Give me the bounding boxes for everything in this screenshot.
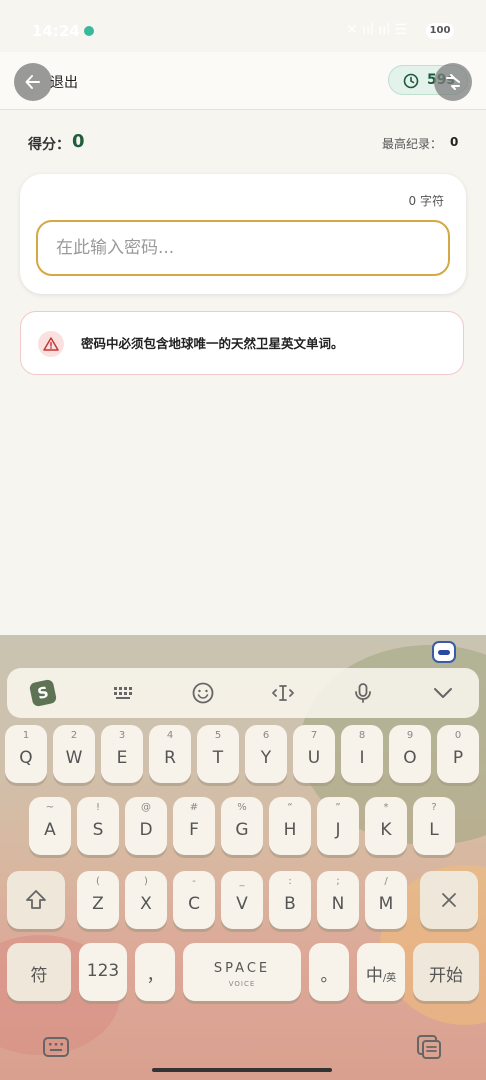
key-w[interactable]: 2W — [53, 725, 95, 783]
floating-assist-button[interactable] — [434, 63, 472, 101]
comma-key[interactable]: ， — [135, 943, 175, 1001]
shift-key[interactable] — [7, 871, 65, 929]
key-o[interactable]: 9O — [389, 725, 431, 783]
arrow-left-icon — [25, 75, 40, 89]
score-label: 得分： — [28, 137, 70, 153]
key-i[interactable]: 8I — [341, 725, 383, 783]
signal-icons: ✕ ııl ııl ☰ — [346, 22, 407, 38]
period-key[interactable]: 。 — [309, 943, 349, 1001]
password-card: 0 字符 — [20, 174, 466, 294]
space-key[interactable]: SPACE VOICE — [183, 943, 301, 1001]
key-c[interactable]: -C — [173, 871, 215, 929]
keyboard-toolbar: S — [7, 668, 479, 718]
key-t[interactable]: 5T — [197, 725, 239, 783]
password-input[interactable] — [36, 220, 450, 276]
keyboard-icon[interactable] — [42, 1033, 70, 1061]
numbers-key[interactable]: 123 — [79, 943, 127, 1001]
char-count: 0 字符 — [408, 194, 444, 208]
status-time: 14:24 — [32, 22, 80, 40]
best-record-value: 0 — [450, 135, 459, 149]
key-e[interactable]: 3E — [101, 725, 143, 783]
key-z[interactable]: (Z — [77, 871, 119, 929]
status-bar: 14:24 ✕ ııl ııl ☰ 100 — [0, 0, 486, 52]
cursor-move-icon[interactable] — [271, 681, 295, 705]
key-h[interactable]: “H — [269, 797, 311, 855]
emoji-icon[interactable] — [191, 681, 215, 705]
key-x[interactable]: ) X — [125, 871, 167, 929]
delete-x-icon — [442, 893, 456, 907]
game-header: 退出 59s — [0, 52, 486, 110]
key-n[interactable]: ; N — [317, 871, 359, 929]
microphone-icon[interactable] — [351, 681, 375, 705]
back-button[interactable] — [14, 63, 52, 101]
key-l[interactable]: ? L — [413, 797, 455, 855]
score-value: 0 — [72, 131, 85, 152]
symbols-key[interactable]: 符 — [7, 943, 71, 1001]
shift-arrow-icon — [26, 890, 46, 909]
key-y[interactable]: 6Y — [245, 725, 287, 783]
chevron-down-icon[interactable] — [431, 681, 455, 705]
key-v[interactable]: _ V — [221, 871, 263, 929]
battery-indicator: 100 — [426, 23, 454, 39]
key-f[interactable]: # F — [173, 797, 215, 855]
warning-icon — [38, 331, 64, 357]
notification-icon — [84, 26, 94, 36]
rule-card: 密码中必须包含地球唯一的天然卫星英文单词。 — [20, 311, 464, 375]
sogou-logo-icon[interactable]: S — [28, 678, 58, 708]
key-m[interactable]: / M — [365, 871, 407, 929]
key-d[interactable]: @ D — [125, 797, 167, 855]
language-switch-key[interactable]: 中/英 — [357, 943, 405, 1001]
home-indicator[interactable] — [152, 1068, 332, 1072]
rule-text: 密码中必须包含地球唯一的天然卫星英文单词。 — [81, 336, 344, 351]
keyboard-layout-icon[interactable] — [111, 681, 135, 705]
key-s[interactable]: ! S — [77, 797, 119, 855]
key-q[interactable]: 1Q — [5, 725, 47, 783]
key-r[interactable]: 4R — [149, 725, 191, 783]
exit-label[interactable]: 退出 — [50, 72, 78, 92]
delete-key[interactable] — [420, 871, 478, 929]
clipboard-icon[interactable] — [415, 1033, 443, 1061]
key-a[interactable]: ~ A — [29, 797, 71, 855]
start-key[interactable]: 开始 — [413, 943, 479, 1001]
clock-icon — [403, 73, 419, 89]
double-arrow-icon — [446, 74, 460, 90]
key-u[interactable]: 7U — [293, 725, 335, 783]
key-k[interactable]: * K — [365, 797, 407, 855]
keyboard-mascot-icon[interactable] — [432, 641, 456, 663]
key-b[interactable]: :B — [269, 871, 311, 929]
best-record-label: 最高纪录： — [382, 137, 443, 151]
key-j[interactable]: ” J — [317, 797, 359, 855]
key-p[interactable]: 0P — [437, 725, 479, 783]
key-g[interactable]: % G — [221, 797, 263, 855]
